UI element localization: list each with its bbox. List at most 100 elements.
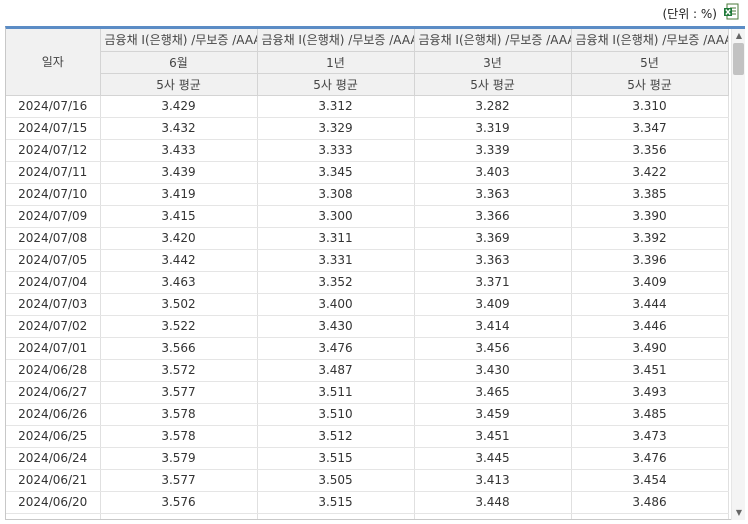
tenor-header: 6월 (100, 51, 258, 74)
date-cell: 2024/07/05 (6, 249, 101, 272)
date-cell: 2024/06/21 (6, 469, 101, 492)
rate-cell: 3.329 (257, 117, 415, 140)
source-header: 5사 평균 (100, 73, 258, 96)
rate-cell: 3.577 (100, 381, 258, 404)
rate-cell: 3.505 (257, 469, 415, 492)
rate-cell: 3.282 (414, 95, 572, 118)
rate-cell: 3.308 (257, 183, 415, 206)
table-row[interactable]: 2024/06/27 3.577 3.511 3.465 3.493 (6, 381, 729, 404)
rate-cell: 3.515 (257, 447, 415, 470)
rate-cell: 3.577 (100, 469, 258, 492)
rate-cell: 3.578 (100, 425, 258, 448)
rate-cell: 3.444 (571, 293, 729, 316)
table-row[interactable]: 2024/07/03 3.502 3.400 3.409 3.444 (6, 293, 729, 316)
vertical-scrollbar[interactable]: ▲ ▼ (731, 29, 745, 520)
rate-cell: 3.345 (257, 161, 415, 184)
date-cell: 2024/06/20 (6, 491, 101, 514)
rate-cell: 3.576 (100, 491, 258, 514)
rate-cell: 3.403 (414, 161, 572, 184)
rate-cell: 3.310 (571, 95, 729, 118)
table-row[interactable]: 2024/07/09 3.415 3.300 3.366 3.390 (6, 205, 729, 228)
rate-cell: 3.451 (571, 513, 729, 519)
table-row[interactable]: 2024/06/25 3.578 3.512 3.451 3.473 (6, 425, 729, 448)
table-row[interactable]: 2024/07/16 3.429 3.312 3.282 3.310 (6, 95, 729, 118)
rate-cell: 3.451 (414, 425, 572, 448)
table-row[interactable]: 2024/07/05 3.442 3.331 3.363 3.396 (6, 249, 729, 272)
rate-cell: 3.576 (100, 513, 258, 519)
rate-cell: 3.439 (100, 161, 258, 184)
rate-cell: 3.442 (100, 249, 258, 272)
table-body: 2024/07/16 3.429 3.312 3.282 3.310 2024/07/15… (6, 95, 729, 519)
scrollbar-thumb[interactable] (733, 43, 744, 75)
source-header: 5사 평균 (414, 73, 572, 96)
rate-cell: 3.352 (257, 271, 415, 294)
table-header: 일자 금융채 I(은행채) /무보증 /AAA 금융채 I(은행채) /무보증 … (6, 29, 729, 96)
rate-cell: 3.319 (414, 117, 572, 140)
table-row[interactable]: 2024/06/193.5763.5133.4073.451 (6, 513, 729, 519)
date-cell: 2024/07/01 (6, 337, 101, 360)
rate-cell: 3.512 (257, 425, 415, 448)
source-header: 5사 평균 (571, 73, 729, 96)
rate-cell: 3.414 (414, 315, 572, 338)
table-row[interactable]: 2024/07/15 3.432 3.329 3.319 3.347 (6, 117, 729, 140)
rate-cell: 3.473 (571, 425, 729, 448)
date-cell: 2024/06/26 (6, 403, 101, 426)
rate-cell: 3.459 (414, 403, 572, 426)
date-cell: 2024/07/15 (6, 117, 101, 140)
table-row[interactable]: 2024/07/12 3.433 3.333 3.339 3.356 (6, 139, 729, 162)
rate-cell: 3.429 (100, 95, 258, 118)
rate-cell: 3.502 (100, 293, 258, 316)
excel-export-icon[interactable] (724, 3, 739, 20)
rate-cell: 3.300 (257, 205, 415, 228)
rate-cell: 3.493 (571, 381, 729, 404)
tenor-header: 3년 (414, 51, 572, 74)
scroll-down-arrow-icon[interactable]: ▼ (732, 506, 746, 520)
rate-cell: 3.409 (571, 271, 729, 294)
date-cell: 2024/07/11 (6, 161, 101, 184)
table-row[interactable]: 2024/06/20 3.576 3.515 3.448 3.486 (6, 491, 729, 514)
series-name-header: 금융채 I(은행채) /무보증 /AAA (257, 29, 415, 52)
rate-cell: 3.390 (571, 205, 729, 228)
table-row[interactable]: 2024/07/11 3.439 3.345 3.403 3.422 (6, 161, 729, 184)
date-cell: 2024/07/09 (6, 205, 101, 228)
rate-cell: 3.456 (414, 337, 572, 360)
series-name-header: 금융채 I(은행채) /무보증 /AAA (571, 29, 729, 52)
table-row[interactable]: 2024/07/10 3.419 3.308 3.363 3.385 (6, 183, 729, 206)
rate-cell: 3.430 (414, 359, 572, 382)
date-cell: 2024/06/27 (6, 381, 101, 404)
rate-cell: 3.363 (414, 249, 572, 272)
date-column-header: 일자 (6, 29, 101, 96)
rate-cell: 3.579 (100, 447, 258, 470)
rate-cell: 3.396 (571, 249, 729, 272)
date-cell: 2024/07/03 (6, 293, 101, 316)
rate-cell: 3.409 (414, 293, 572, 316)
rate-cell: 3.419 (100, 183, 258, 206)
table-row[interactable]: 2024/07/04 3.463 3.352 3.371 3.409 (6, 271, 729, 294)
table-row[interactable]: 2024/06/28 3.572 3.487 3.430 3.451 (6, 359, 729, 382)
series-name-header: 금융채 I(은행채) /무보증 /AAA (100, 29, 258, 52)
rate-cell: 3.476 (257, 337, 415, 360)
table-row[interactable]: 2024/06/26 3.578 3.510 3.459 3.485 (6, 403, 729, 426)
rate-cell: 3.476 (571, 447, 729, 470)
table-row[interactable]: 2024/07/08 3.420 3.311 3.369 3.392 (6, 227, 729, 250)
rate-cell: 3.400 (257, 293, 415, 316)
table-row[interactable]: 2024/07/01 3.566 3.476 3.456 3.490 (6, 337, 729, 360)
rate-cell: 3.363 (414, 183, 572, 206)
table-row[interactable]: 2024/07/02 3.522 3.430 3.414 3.446 (6, 315, 729, 338)
rate-cell: 3.446 (571, 315, 729, 338)
rate-cell: 3.385 (571, 183, 729, 206)
rate-cell: 3.369 (414, 227, 572, 250)
rate-cell: 3.420 (100, 227, 258, 250)
table-row[interactable]: 2024/06/24 3.579 3.515 3.445 3.476 (6, 447, 729, 470)
scroll-up-arrow-icon[interactable]: ▲ (732, 29, 746, 43)
date-cell: 2024/06/19 (6, 513, 101, 519)
rate-cell: 3.356 (571, 139, 729, 162)
rate-table: 일자 금융채 I(은행채) /무보증 /AAA 금융채 I(은행채) /무보증 … (6, 29, 729, 519)
rate-cell: 3.312 (257, 95, 415, 118)
rate-cell: 3.572 (100, 359, 258, 382)
rate-grid: 일자 금융채 I(은행채) /무보증 /AAA 금융채 I(은행채) /무보증 … (5, 26, 745, 520)
date-cell: 2024/06/25 (6, 425, 101, 448)
rate-cell: 3.465 (414, 381, 572, 404)
table-row[interactable]: 2024/06/21 3.577 3.505 3.413 3.454 (6, 469, 729, 492)
toolbar: (단위 : %) (0, 0, 748, 26)
